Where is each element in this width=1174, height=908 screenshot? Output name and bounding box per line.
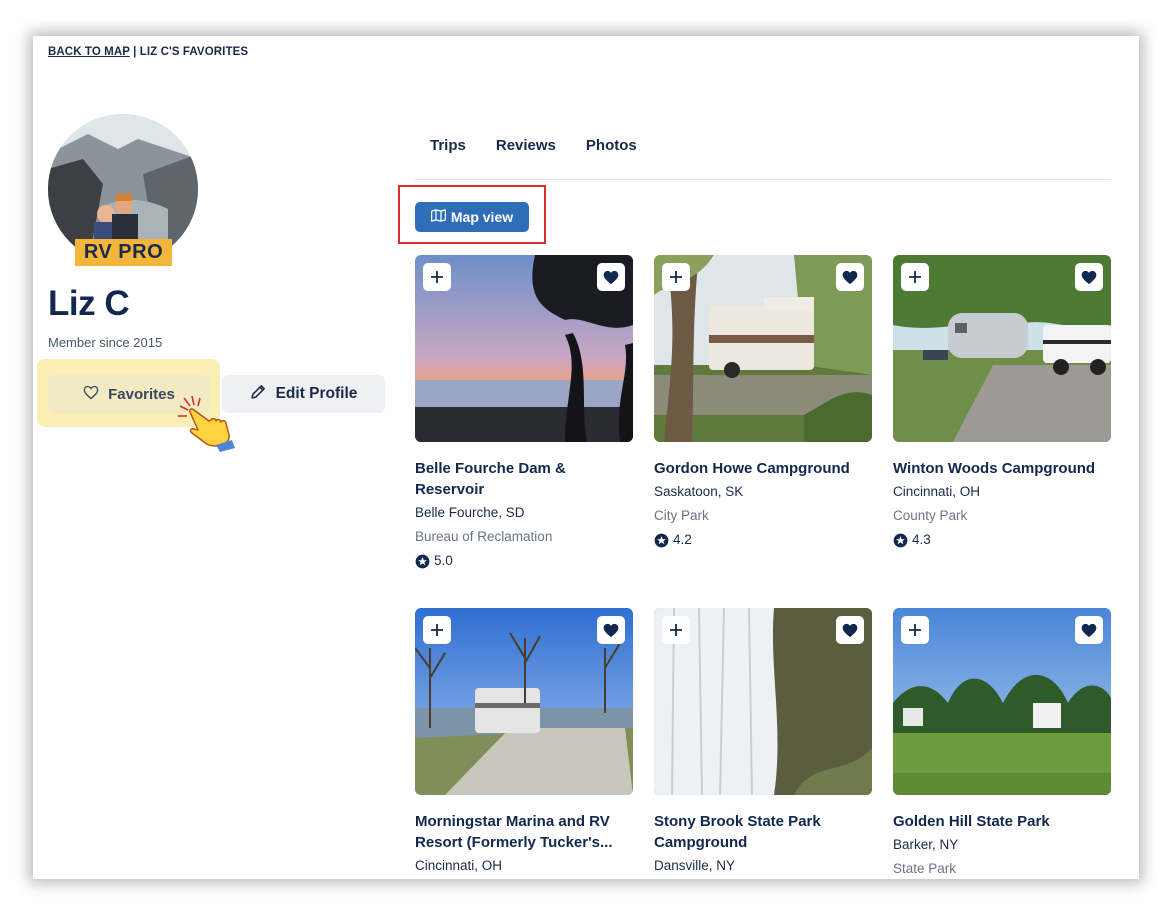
rating-value: 5.0 (434, 553, 453, 568)
app-window: BACK TO MAP | LIZ C'S FAVORITES RV PRO L… (33, 36, 1139, 879)
campground-photo (415, 608, 633, 795)
plus-icon (909, 624, 921, 636)
add-to-trip-button[interactable] (662, 616, 690, 644)
plus-icon (670, 624, 682, 636)
heart-outline-icon (83, 385, 99, 404)
campground-title[interactable]: Gordon Howe Campground (654, 458, 872, 479)
heart-filled-icon (603, 623, 619, 637)
favorite-toggle[interactable] (836, 616, 864, 644)
campground-photo (415, 255, 633, 442)
campground-location: Cincinnati, OH (893, 484, 981, 499)
favorite-toggle[interactable] (1075, 263, 1103, 291)
favorite-toggle[interactable] (836, 263, 864, 291)
campground-card[interactable]: Golden Hill State Park Barker, NY State … (893, 608, 1111, 879)
campground-location: Dansville, NY (654, 858, 736, 873)
heart-filled-icon (842, 623, 858, 637)
member-since: Member since 2015 (48, 335, 163, 350)
heart-filled-icon (842, 270, 858, 284)
heart-filled-icon (1081, 623, 1097, 637)
campground-location: Belle Fourche, SD (415, 505, 525, 520)
campground-rating: 5.0 (415, 551, 633, 571)
heart-filled-icon (1081, 270, 1097, 284)
edit-profile-button[interactable]: Edit Profile (222, 375, 385, 413)
campground-photo (654, 255, 872, 442)
breadcrumb-separator: | (129, 46, 140, 58)
breadcrumb: BACK TO MAP | LIZ C'S FAVORITES (48, 46, 248, 58)
add-to-trip-button[interactable] (662, 263, 690, 291)
favorite-toggle[interactable] (597, 616, 625, 644)
campground-type: County Park (893, 508, 968, 523)
tab-photos[interactable]: Photos (586, 137, 637, 154)
campground-photo (654, 608, 872, 795)
add-to-trip-button[interactable] (423, 263, 451, 291)
campground-card[interactable]: Stony Brook State Park Campground Dansvi… (654, 608, 872, 876)
campground-location: Barker, NY (893, 837, 959, 852)
profile-name: Liz C (48, 284, 130, 323)
campground-photo (893, 608, 1111, 795)
rv-pro-badge: RV PRO (75, 239, 172, 266)
star-badge-icon (415, 554, 430, 568)
star-badge-icon (654, 533, 669, 547)
campground-title[interactable]: Golden Hill State Park (893, 811, 1111, 832)
campground-title[interactable]: Morningstar Marina and RV Resort (Former… (415, 811, 633, 853)
profile-tabs: Trips Reviews Photos (430, 137, 637, 154)
breadcrumb-current: LIZ C'S FAVORITES (139, 46, 249, 58)
map-icon (430, 209, 446, 225)
heart-filled-icon (603, 270, 619, 284)
campground-card[interactable]: Winton Woods Campground Cincinnati, OH C… (893, 255, 1111, 550)
map-view-label: Map view (450, 209, 514, 225)
campground-title[interactable]: Winton Woods Campground (893, 458, 1111, 479)
campground-type: Bureau of Reclamation (415, 529, 553, 544)
campground-type: State Park (893, 861, 957, 876)
tabs-divider (415, 179, 1111, 180)
campground-title[interactable]: Belle Fourche Dam & Reservoir (415, 458, 633, 500)
back-to-map-link[interactable]: BACK TO MAP (48, 46, 130, 58)
favorite-toggle[interactable] (597, 263, 625, 291)
add-to-trip-button[interactable] (423, 616, 451, 644)
plus-icon (431, 271, 443, 283)
favorite-toggle[interactable] (1075, 616, 1103, 644)
campground-card[interactable]: Gordon Howe Campground Saskatoon, SK Cit… (654, 255, 872, 550)
campground-location: Saskatoon, SK (654, 484, 744, 499)
rating-value: 4.3 (912, 532, 931, 547)
tab-reviews[interactable]: Reviews (496, 137, 556, 154)
plus-icon (909, 271, 921, 283)
plus-icon (670, 271, 682, 283)
map-view-button[interactable]: Map view (415, 202, 529, 232)
plus-icon (431, 624, 443, 636)
campground-card[interactable]: Belle Fourche Dam & Reservoir Belle Four… (415, 255, 633, 571)
add-to-trip-button[interactable] (901, 616, 929, 644)
campground-location: Cincinnati, OH (415, 858, 503, 873)
campground-rating: 4.2 (654, 530, 872, 550)
campground-rating: 4.3 (893, 530, 1111, 550)
campground-photo (893, 255, 1111, 442)
edit-profile-label: Edit Profile (275, 385, 358, 402)
campground-title[interactable]: Stony Brook State Park Campground (654, 811, 872, 853)
rating-value: 4.2 (673, 532, 692, 547)
campground-card[interactable]: Morningstar Marina and RV Resort (Former… (415, 608, 633, 876)
pencil-icon (250, 383, 267, 405)
favorites-label: Favorites (108, 385, 175, 403)
add-to-trip-button[interactable] (901, 263, 929, 291)
campground-type: City Park (654, 508, 709, 523)
star-badge-icon (893, 533, 908, 547)
pointing-hand-icon (176, 395, 238, 457)
tab-trips[interactable]: Trips (430, 137, 466, 154)
